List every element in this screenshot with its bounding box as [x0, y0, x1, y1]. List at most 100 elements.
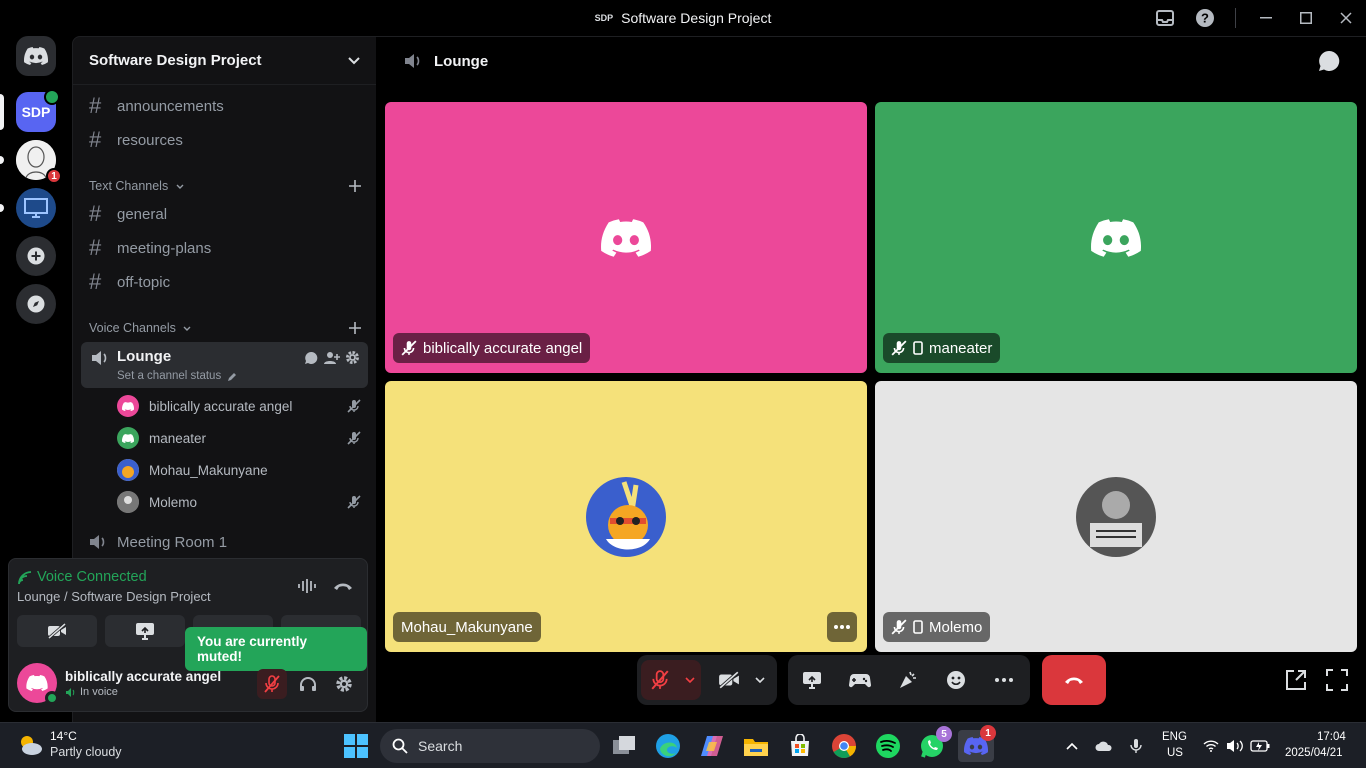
mute-button[interactable]	[641, 660, 679, 700]
battery-icon[interactable]	[1250, 740, 1270, 752]
channel-meeting-plans[interactable]: # meeting-plans	[81, 232, 368, 264]
voice-channel-lounge[interactable]: Lounge Set a channel status	[81, 342, 368, 388]
clock-time[interactable]: 17:04	[1317, 731, 1346, 743]
search-icon	[392, 738, 408, 754]
category-text-channels[interactable]: Text Channels	[89, 176, 361, 196]
gear-icon[interactable]	[345, 350, 360, 365]
add-channel-icon[interactable]	[349, 322, 361, 334]
close-icon[interactable]	[1326, 0, 1366, 36]
channel-general[interactable]: # general	[81, 198, 368, 230]
weather-icon[interactable]	[16, 731, 44, 759]
microsoft-store-icon[interactable]	[784, 730, 816, 762]
server-sdp[interactable]: SDP	[16, 89, 60, 132]
noise-suppression-icon[interactable]	[298, 578, 316, 594]
inbox-icon[interactable]	[1145, 0, 1185, 36]
member-name: Mohau_Makunyane	[149, 462, 268, 478]
chat-bubble-icon[interactable]	[1318, 50, 1340, 72]
activities-button[interactable]	[840, 660, 880, 700]
clock-date[interactable]: 2025/04/21	[1285, 747, 1343, 759]
window-controls: ?	[1145, 0, 1366, 36]
server-monitor[interactable]	[16, 188, 56, 228]
muted-mic-icon	[347, 495, 361, 509]
onedrive-icon[interactable]	[1095, 740, 1113, 752]
chrome-icon[interactable]	[828, 730, 860, 762]
microphone-icon[interactable]	[1130, 738, 1142, 754]
language-secondary[interactable]: US	[1167, 747, 1183, 759]
disconnect-icon[interactable]	[333, 581, 353, 591]
server-header[interactable]: Software Design Project	[73, 37, 376, 85]
voice-member[interactable]: Mohau_Makunyane	[117, 455, 361, 485]
spotify-icon[interactable]	[872, 730, 904, 762]
weather-text[interactable]: Partly cloudy	[50, 745, 122, 759]
channel-off-topic[interactable]: # off-topic	[81, 266, 368, 298]
help-icon[interactable]: ?	[1185, 0, 1225, 36]
channel-status-placeholder[interactable]: Set a channel status	[117, 370, 221, 382]
invite-user-icon[interactable]	[324, 351, 340, 365]
popout-icon[interactable]	[1285, 669, 1307, 691]
user-avatar[interactable]	[17, 663, 59, 705]
soundboard-icon	[900, 671, 916, 688]
search-bar[interactable]: Search	[380, 729, 600, 763]
share-screen-button[interactable]	[792, 660, 832, 700]
camera-off-icon	[48, 623, 66, 639]
server-sketch-avatar[interactable]: 1	[16, 140, 62, 184]
volume-icon[interactable]	[1226, 739, 1244, 753]
chevron-up-icon[interactable]	[1066, 742, 1078, 750]
camera-button[interactable]	[709, 660, 749, 700]
voice-location[interactable]: Lounge / Software Design Project	[17, 589, 211, 604]
participant-tile[interactable]: Mohau_Makunyane	[385, 381, 867, 652]
file-explorer-icon[interactable]	[740, 730, 772, 762]
participant-tile[interactable]: biblically accurate angel	[385, 102, 867, 373]
speaker-icon	[44, 89, 60, 105]
deafen-button[interactable]	[293, 669, 323, 699]
mute-button[interactable]	[257, 669, 287, 699]
language-primary[interactable]: ENG	[1162, 731, 1187, 743]
add-channel-icon[interactable]	[349, 180, 361, 192]
voice-member[interactable]: biblically accurate angel	[117, 391, 361, 421]
channel-header: Lounge	[376, 37, 1366, 85]
participant-tile[interactable]: maneater	[875, 102, 1357, 373]
voice-member[interactable]: Molemo	[117, 487, 361, 517]
camera-off-icon	[719, 671, 739, 689]
muted-mic-icon	[264, 675, 280, 693]
participant-tile[interactable]: Molemo	[875, 381, 1357, 652]
discover-button[interactable]	[16, 284, 56, 324]
add-server-button[interactable]	[16, 236, 56, 276]
chevron-down-icon	[183, 326, 191, 331]
leave-call-button[interactable]	[1042, 655, 1106, 705]
share-screen-button[interactable]	[105, 615, 185, 647]
emoji-button[interactable]	[936, 660, 976, 700]
member-name: Molemo	[149, 494, 198, 510]
hang-up-icon	[1065, 677, 1083, 684]
user-name: biblically accurate angel	[65, 669, 222, 684]
wifi-icon[interactable]	[1203, 740, 1219, 752]
copilot-icon[interactable]	[696, 730, 728, 762]
minimize-icon[interactable]	[1246, 0, 1286, 36]
camera-options-dropdown[interactable]	[749, 660, 771, 700]
voice-member[interactable]: maneater	[117, 423, 361, 453]
more-options-button[interactable]	[827, 612, 857, 642]
soundboard-button[interactable]	[888, 660, 928, 700]
direct-messages-button[interactable]	[16, 36, 56, 76]
whatsapp-icon[interactable]: 5	[916, 726, 952, 762]
voice-channel-meeting-room[interactable]: Meeting Room 1	[81, 526, 368, 558]
more-options-button[interactable]	[984, 660, 1024, 700]
camera-button[interactable]	[17, 615, 97, 647]
edge-browser-icon[interactable]	[652, 730, 684, 762]
maximize-icon[interactable]	[1286, 0, 1326, 36]
category-label: Voice Channels	[89, 321, 176, 335]
discord-taskbar-icon[interactable]: 1	[958, 725, 996, 762]
category-voice-channels[interactable]: Voice Channels	[89, 318, 361, 338]
user-settings-button[interactable]	[329, 669, 359, 699]
gamepad-icon	[849, 674, 871, 688]
windows-start-icon[interactable]	[340, 730, 372, 762]
user-status: In voice	[80, 686, 118, 698]
server-unread-indicator	[0, 156, 4, 164]
channel-announcements[interactable]: # announcements	[81, 90, 368, 122]
fullscreen-icon[interactable]	[1326, 669, 1348, 691]
mic-options-dropdown[interactable]	[679, 660, 701, 700]
temperature[interactable]: 14°C	[50, 729, 77, 743]
chat-bubble-icon[interactable]	[304, 351, 318, 365]
channel-resources[interactable]: # resources	[81, 124, 368, 156]
task-view-icon[interactable]	[608, 730, 640, 762]
